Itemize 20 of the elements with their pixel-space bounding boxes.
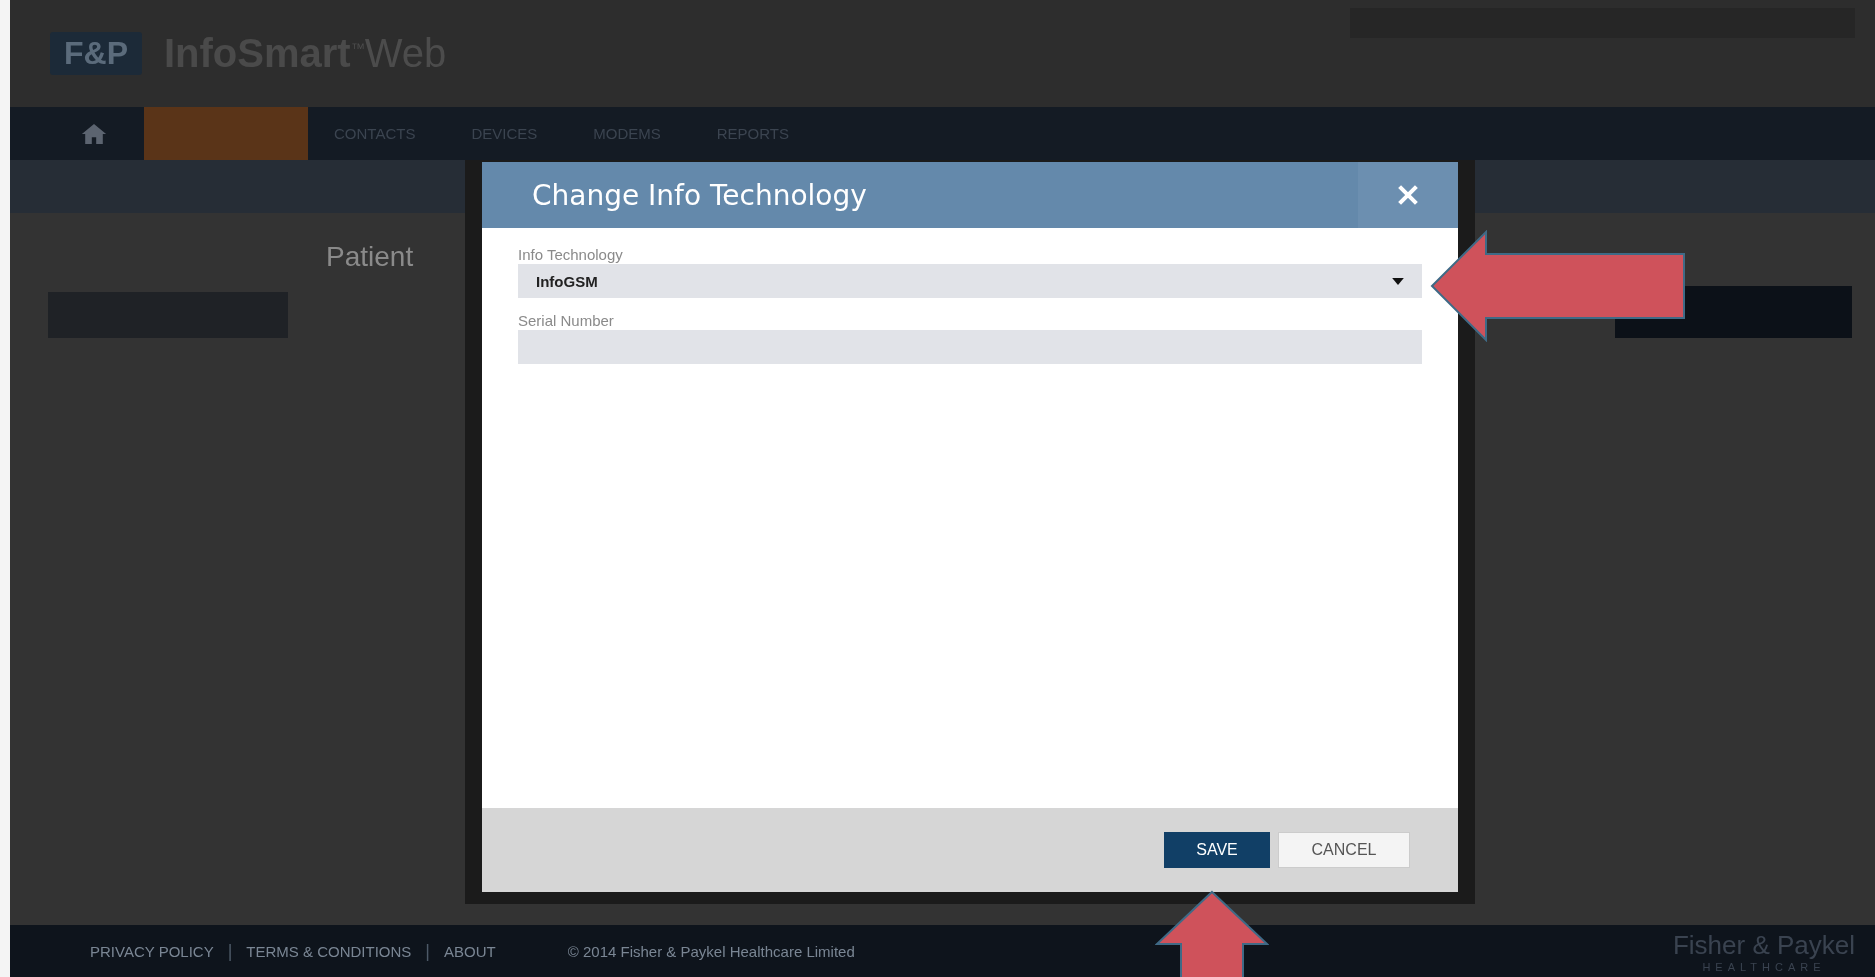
field-label: Serial Number	[518, 312, 615, 329]
dialog-title: Change Info Technology	[531, 178, 868, 212]
cancel-button[interactable]: CANCEL	[1278, 832, 1410, 868]
home-icon[interactable]	[80, 122, 108, 145]
copyright-text: © 2014 Fisher & Paykel Healthcare Limited	[567, 942, 855, 960]
save-button[interactable]: SAVE	[1164, 832, 1270, 868]
link-separator: |	[424, 940, 432, 962]
field-label: Info Technology	[518, 246, 624, 263]
footer-link[interactable]: PRIVACY POLICY	[90, 942, 214, 960]
caret-icon	[1392, 277, 1404, 285]
active-tab-highlight[interactable]	[144, 107, 308, 160]
link-separator: |	[226, 940, 234, 962]
close-button[interactable]	[1358, 162, 1458, 228]
footer-link[interactable]: ABOUT	[444, 942, 496, 960]
close-icon	[1396, 183, 1420, 207]
dropdown-field[interactable]: InfoGSM	[518, 264, 1422, 298]
page-title: Patient	[326, 241, 414, 273]
footer-link[interactable]: TERMS & CONDITIONS	[246, 942, 412, 960]
input-field[interactable]	[518, 330, 1422, 364]
company-logo: F&P	[50, 32, 142, 75]
